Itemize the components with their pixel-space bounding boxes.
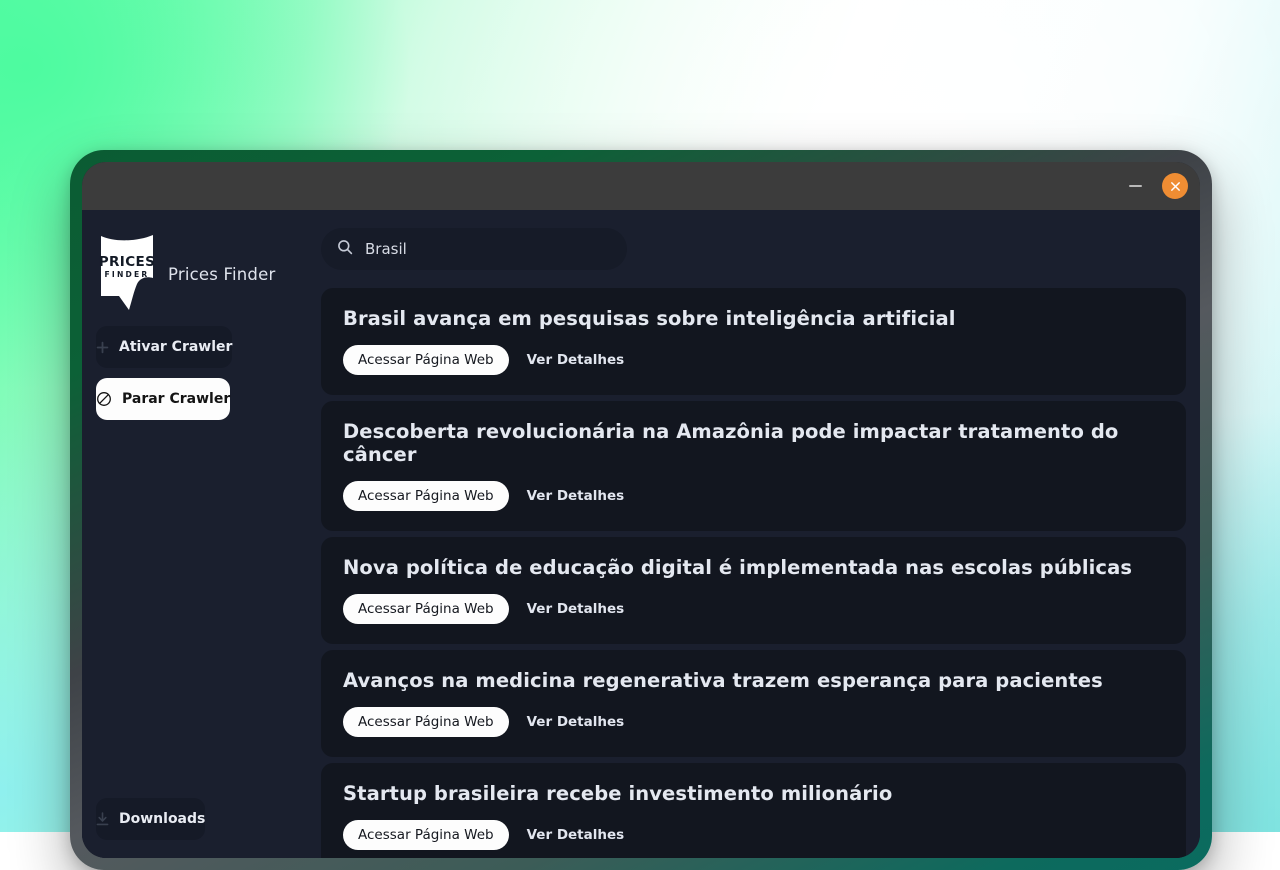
results-list: Brasil avança em pesquisas sobre intelig… [321, 288, 1186, 858]
search-input[interactable] [365, 240, 611, 258]
stop-crawler-button[interactable]: Parar Crawler [96, 378, 230, 420]
result-title: Descoberta revolucionária na Amazônia po… [343, 420, 1164, 466]
content-area: Brasil avança em pesquisas sobre intelig… [307, 210, 1200, 858]
ban-icon [96, 391, 112, 407]
window-titlebar [82, 162, 1200, 210]
access-web-page-button[interactable]: Acessar Página Web [343, 707, 509, 737]
result-actions: Acessar Página Web Ver Detalhes [343, 594, 1164, 624]
search-icon [337, 239, 353, 259]
result-actions: Acessar Página Web Ver Detalhes [343, 820, 1164, 850]
prices-finder-logo-icon: PRICES FINDER [96, 232, 158, 316]
access-web-page-button[interactable]: Acessar Página Web [343, 820, 509, 850]
result-title: Avanços na medicina regenerativa trazem … [343, 669, 1164, 692]
activate-crawler-label: Ativar Crawler [119, 339, 232, 355]
brand-name: Prices Finder [168, 265, 275, 284]
activate-crawler-button[interactable]: Ativar Crawler [96, 326, 232, 368]
result-card: Descoberta revolucionária na Amazônia po… [321, 401, 1186, 531]
app-body: PRICES FINDER Prices Finder Ativar Cr [82, 210, 1200, 858]
result-card: Nova política de educação digital é impl… [321, 537, 1186, 644]
downloads-button[interactable]: Downloads [96, 798, 205, 840]
brand: PRICES FINDER Prices Finder [82, 228, 307, 320]
sidebar: PRICES FINDER Prices Finder Ativar Cr [82, 210, 307, 858]
close-icon[interactable] [1162, 173, 1188, 199]
result-title: Brasil avança em pesquisas sobre intelig… [343, 307, 1164, 330]
stop-crawler-label: Parar Crawler [122, 391, 230, 407]
plus-icon [96, 341, 109, 354]
result-actions: Acessar Página Web Ver Detalhes [343, 345, 1164, 375]
access-web-page-button[interactable]: Acessar Página Web [343, 594, 509, 624]
access-web-page-button[interactable]: Acessar Página Web [343, 345, 509, 375]
logo-text-prices: PRICES [99, 254, 156, 270]
sidebar-actions-top: Ativar Crawler Parar Crawler [82, 326, 307, 430]
result-actions: Acessar Página Web Ver Detalhes [343, 707, 1164, 737]
app-window-frame: PRICES FINDER Prices Finder Ativar Cr [70, 150, 1212, 870]
result-actions: Acessar Página Web Ver Detalhes [343, 481, 1164, 511]
sidebar-actions-bottom: Downloads [82, 798, 307, 858]
view-details-button[interactable]: Ver Detalhes [527, 827, 625, 843]
result-title: Startup brasileira recebe investimento m… [343, 782, 1164, 805]
view-details-button[interactable]: Ver Detalhes [527, 714, 625, 730]
app-window: PRICES FINDER Prices Finder Ativar Cr [82, 162, 1200, 858]
download-icon [96, 812, 109, 826]
view-details-button[interactable]: Ver Detalhes [527, 601, 625, 617]
downloads-label: Downloads [119, 811, 205, 827]
result-card: Brasil avança em pesquisas sobre intelig… [321, 288, 1186, 395]
minimize-icon[interactable] [1122, 173, 1148, 199]
view-details-button[interactable]: Ver Detalhes [527, 488, 625, 504]
result-card: Avanços na medicina regenerativa trazem … [321, 650, 1186, 757]
view-details-button[interactable]: Ver Detalhes [527, 352, 625, 368]
logo-text-finder: FINDER [105, 270, 150, 279]
result-card: Startup brasileira recebe investimento m… [321, 763, 1186, 858]
search-bar[interactable] [321, 228, 627, 270]
result-title: Nova política de educação digital é impl… [343, 556, 1164, 579]
access-web-page-button[interactable]: Acessar Página Web [343, 481, 509, 511]
